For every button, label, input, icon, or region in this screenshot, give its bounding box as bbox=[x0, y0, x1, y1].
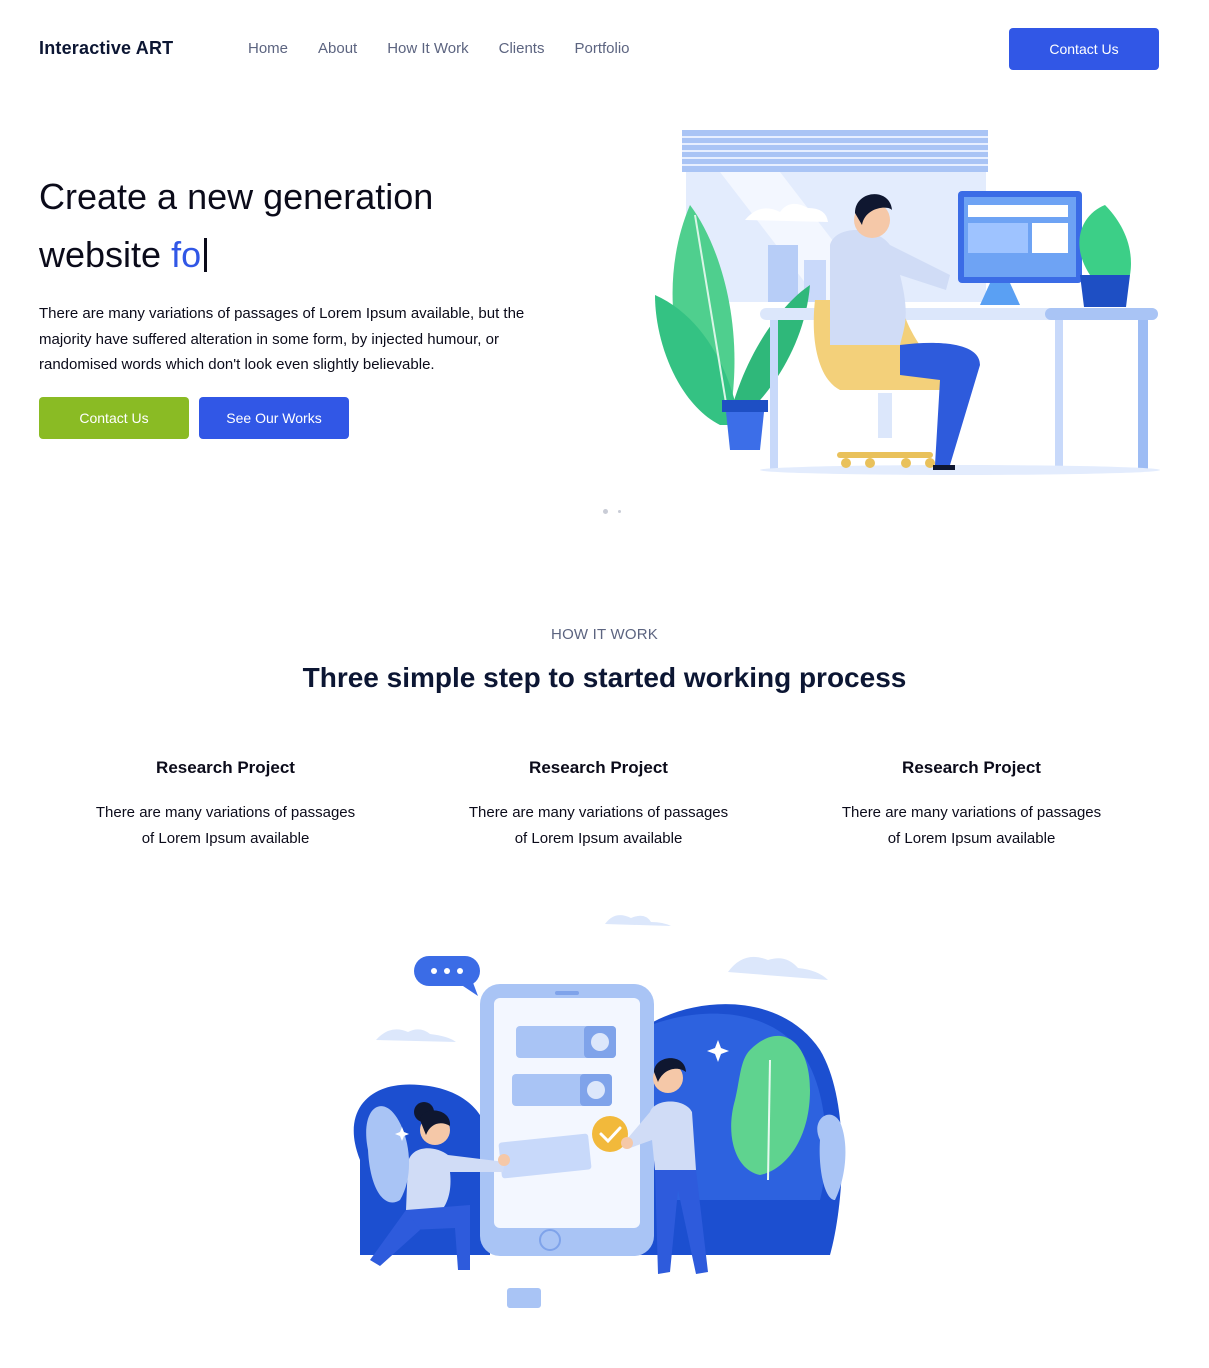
hero-contact-button[interactable]: Contact Us bbox=[39, 397, 189, 439]
main-nav: Home About How It Work Clients Portfolio bbox=[248, 40, 660, 57]
hero-typed-text: fo bbox=[171, 234, 202, 275]
step-title: Research Project bbox=[902, 758, 1041, 777]
hero-title-line2-prefix: website bbox=[39, 234, 172, 275]
process-illustration bbox=[353, 915, 846, 1308]
section-title: Three simple step to started working pro… bbox=[302, 662, 907, 693]
slider-dot-2[interactable] bbox=[618, 510, 621, 513]
step-card: Research Project There are many variatio… bbox=[785, 756, 1158, 852]
step-card: Research Project There are many variatio… bbox=[39, 756, 412, 852]
step-text: There are many variations of passages of… bbox=[468, 804, 729, 847]
nav-about[interactable]: About bbox=[318, 40, 357, 57]
see-our-works-button[interactable]: See Our Works bbox=[199, 397, 349, 439]
steps-list: Research Project There are many variatio… bbox=[39, 756, 1159, 852]
nav-clients[interactable]: Clients bbox=[499, 40, 545, 57]
step-text: There are many variations of passages of… bbox=[95, 804, 356, 847]
slider-dot-1[interactable] bbox=[603, 509, 608, 514]
step-card: Research Project There are many variatio… bbox=[412, 756, 785, 852]
hero-description: There are many variations of passages of… bbox=[39, 305, 525, 373]
typing-caret bbox=[204, 238, 208, 272]
nav-portfolio[interactable]: Portfolio bbox=[574, 40, 629, 57]
slider-dots bbox=[603, 509, 621, 514]
nav-how-it-work[interactable]: How It Work bbox=[387, 40, 468, 57]
hero-illustration bbox=[655, 130, 1160, 475]
section-kicker: HOW IT WORK bbox=[551, 626, 658, 643]
nav-home[interactable]: Home bbox=[248, 40, 288, 57]
site-logo[interactable]: Interactive ART bbox=[39, 38, 173, 59]
hero-title: Create a new generation website fo bbox=[39, 168, 559, 284]
hero-title-line1: Create a new generation bbox=[39, 176, 434, 217]
step-text: There are many variations of passages of… bbox=[841, 804, 1102, 847]
step-title: Research Project bbox=[156, 758, 295, 777]
header-contact-button[interactable]: Contact Us bbox=[1009, 28, 1159, 70]
step-title: Research Project bbox=[529, 758, 668, 777]
